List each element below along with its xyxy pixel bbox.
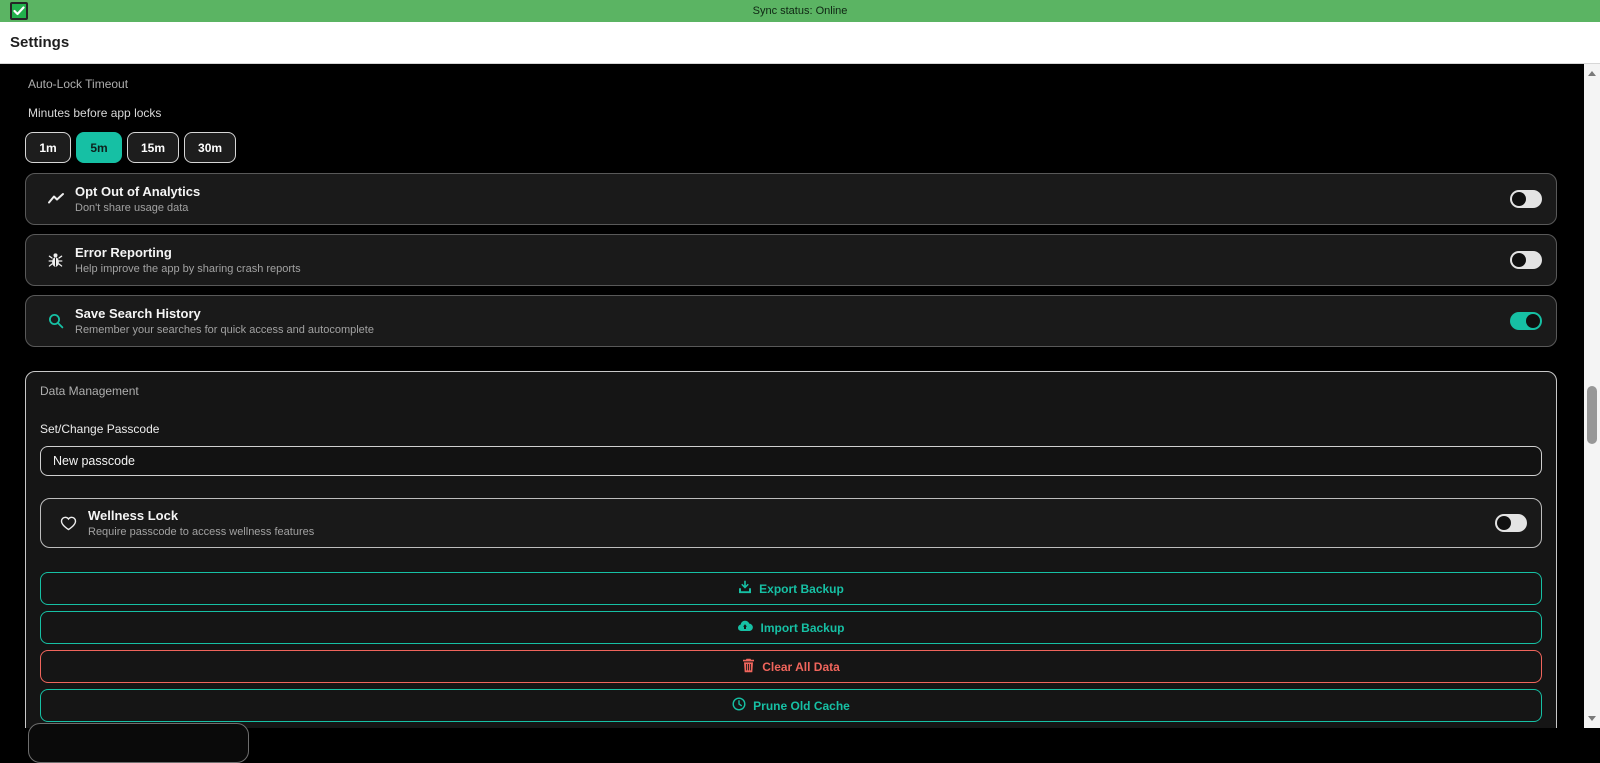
page-header: Settings — [0, 22, 1600, 64]
export-backup-button[interactable]: Export Backup — [40, 572, 1542, 605]
data-management-label: Data Management — [40, 384, 139, 398]
wellness-lock-card: Wellness Lock Require passcode to access… — [40, 498, 1542, 548]
new-passcode-input[interactable] — [40, 446, 1542, 476]
action-label: Import Backup — [760, 620, 845, 635]
heart-icon — [59, 516, 78, 531]
card-title: Save Search History — [75, 306, 201, 321]
card-title: Error Reporting — [75, 245, 172, 260]
action-label: Export Backup — [759, 581, 844, 596]
prune-old-cache-button[interactable]: Prune Old Cache — [40, 689, 1542, 722]
timeout-option-15m[interactable]: 15m — [127, 132, 180, 163]
auto-lock-sublabel: Minutes before app locks — [28, 106, 162, 120]
error-reporting-toggle[interactable] — [1510, 251, 1542, 269]
bottom-partial-panel — [28, 723, 249, 763]
save-search-history-card: Save Search History Remember your search… — [25, 295, 1557, 347]
check-icon — [13, 6, 25, 16]
card-title: Opt Out of Analytics — [75, 184, 201, 199]
scrollbar-thumb[interactable] — [1587, 386, 1597, 444]
clear-all-data-button[interactable]: Clear All Data — [40, 650, 1542, 683]
action-label: Prune Old Cache — [753, 698, 850, 713]
timeout-option-5m[interactable]: 5m — [76, 132, 122, 163]
export-icon — [738, 580, 752, 597]
card-subtitle: Help improve the app by sharing crash re… — [75, 263, 301, 275]
card-subtitle: Don't share usage data — [75, 202, 189, 214]
card-title: Wellness Lock — [88, 508, 179, 523]
action-label: Clear All Data — [762, 659, 840, 674]
vertical-scrollbar[interactable] — [1584, 64, 1600, 728]
card-subtitle: Require passcode to access wellness feat… — [88, 526, 315, 538]
auto-lock-timeout-label: Auto-Lock Timeout — [28, 77, 129, 91]
search-icon — [46, 313, 65, 329]
trash-icon — [742, 658, 755, 676]
settings-scroll-area: Auto-Lock Timeout Minutes before app loc… — [0, 64, 1584, 728]
wellness-lock-toggle[interactable] — [1495, 514, 1527, 532]
analytics-icon — [46, 192, 65, 206]
page-title: Settings — [10, 34, 70, 51]
timeout-option-1m[interactable]: 1m — [25, 132, 71, 163]
bug-icon — [46, 252, 65, 269]
scrollbar-down-arrow-icon[interactable] — [1588, 716, 1596, 721]
import-icon — [737, 620, 754, 635]
clock-icon — [732, 697, 746, 714]
toggle-card-list: Opt Out of Analytics Don't share usage d… — [25, 173, 1557, 347]
import-backup-button[interactable]: Import Backup — [40, 611, 1542, 644]
scrollbar-up-arrow-icon[interactable] — [1588, 71, 1596, 76]
opt-out-analytics-card: Opt Out of Analytics Don't share usage d… — [25, 173, 1557, 225]
sync-status-bar: Sync status: Online — [0, 0, 1600, 22]
error-reporting-card: Error Reporting Help improve the app by … — [25, 234, 1557, 286]
sync-status-text: Sync status: Online — [752, 5, 848, 17]
passcode-label: Set/Change Passcode — [40, 422, 160, 436]
timeout-option-30m[interactable]: 30m — [184, 132, 237, 163]
data-management-section: Data Management Set/Change Passcode Well… — [25, 371, 1557, 728]
save-search-history-toggle[interactable] — [1510, 312, 1542, 330]
card-subtitle: Remember your searches for quick access … — [75, 324, 374, 336]
sync-checkbox-icon[interactable] — [10, 2, 28, 20]
opt-out-analytics-toggle[interactable] — [1510, 190, 1542, 208]
timeout-options: 1m 5m 15m 30m — [25, 132, 1584, 163]
